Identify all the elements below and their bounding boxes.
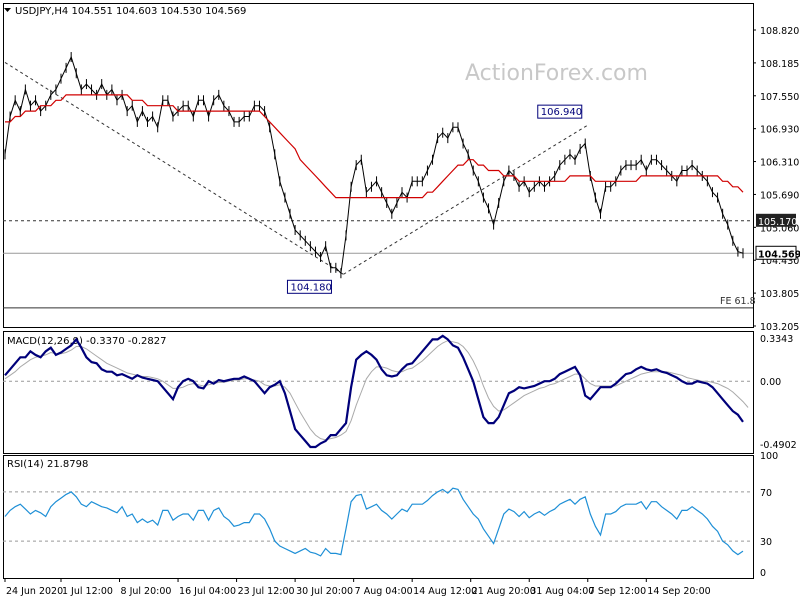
rsi-panel: RSI(14) 21.8798 100 70 30 0 <box>3 451 778 579</box>
rsi-panel-frame <box>3 455 754 579</box>
x-tick-label: 8 Jul 20:00 <box>121 586 172 597</box>
level-label: 105.170 <box>758 217 797 228</box>
x-tick-label: 23 Jul 12:00 <box>238 586 295 597</box>
x-tick-label: 1 Jul 12:00 <box>62 586 113 597</box>
fe-label: FE 61.8 <box>720 296 756 307</box>
macd-panel-frame <box>3 331 754 454</box>
x-tick-label: 16 Jul 04:00 <box>179 586 236 597</box>
price-panel-frame <box>3 3 754 328</box>
rsi-y-tick-label: 0 <box>760 568 766 579</box>
price-y-tick-label: 106.930 <box>760 125 799 136</box>
macd-y-tick-label: 0.3343 <box>760 334 793 345</box>
x-tick-label: 24 Jun 2020 <box>6 586 63 597</box>
macd-y-tick-label: 0.00 <box>760 377 781 388</box>
macd-label: MACD(12,26,9) -0.3370 -0.2827 <box>7 336 167 347</box>
x-tick-label: 7 Aug 04:00 <box>355 586 413 597</box>
chart-canvas: ActionForex.com USDJPY,H4 104.551 104.60… <box>3 3 800 597</box>
macd-panel: MACD(12,26,9) -0.3370 -0.2827 0.3343 0.00… <box>3 331 797 454</box>
price-panel: ActionForex.com USDJPY,H4 104.551 104.60… <box>3 3 800 333</box>
x-tick-label: 7 Sep 12:00 <box>589 586 646 597</box>
x-tick-label: 31 Aug 04:00 <box>530 586 594 597</box>
rsi-y-tick-label: 100 <box>760 451 778 462</box>
price-y-tick-label: 105.690 <box>760 190 799 201</box>
x-tick-label: 30 Jul 20:00 <box>296 586 353 597</box>
rsi-y-axis: 100 70 30 0 <box>760 451 778 579</box>
current-price-label: 104.569 <box>758 249 800 260</box>
price-y-tick-label: 103.805 <box>760 289 799 300</box>
rsi-y-tick-label: 30 <box>760 537 772 548</box>
x-axis: 24 Jun 20201 Jul 12:00 8 Jul 20:00 16 Jul … <box>4 578 711 597</box>
x-tick-label: 14 Aug 12:00 <box>413 586 477 597</box>
price-y-tick-label: 106.310 <box>760 158 799 169</box>
price-y-tick-label: 103.205 <box>760 322 799 333</box>
price-y-tick-label: 108.820 <box>760 26 799 37</box>
price-y-tick-label: 107.550 <box>760 92 799 103</box>
x-tick-label: 21 Aug 20:00 <box>472 586 536 597</box>
rsi-label: RSI(14) 21.8798 <box>7 459 88 470</box>
price-y-tick-label: 108.185 <box>760 59 799 70</box>
watermark: ActionForex.com <box>465 61 648 86</box>
price-y-axis: 108.820 108.185 107.550 106.930 106.310 105.6… <box>753 26 799 333</box>
macd-y-axis: 0.3343 0.00 -0.4902 <box>760 334 797 451</box>
macd-y-tick-label: -0.4902 <box>760 440 797 451</box>
x-tick-label: 14 Sep 20:00 <box>647 586 710 597</box>
instrument-label: USDJPY,H4 104.551 104.603 104.530 104.56… <box>15 6 246 17</box>
price-annotation-label: 104.180 <box>290 282 331 293</box>
price-annotation-label: 106.940 <box>541 107 582 118</box>
rsi-y-tick-label: 70 <box>760 488 772 499</box>
